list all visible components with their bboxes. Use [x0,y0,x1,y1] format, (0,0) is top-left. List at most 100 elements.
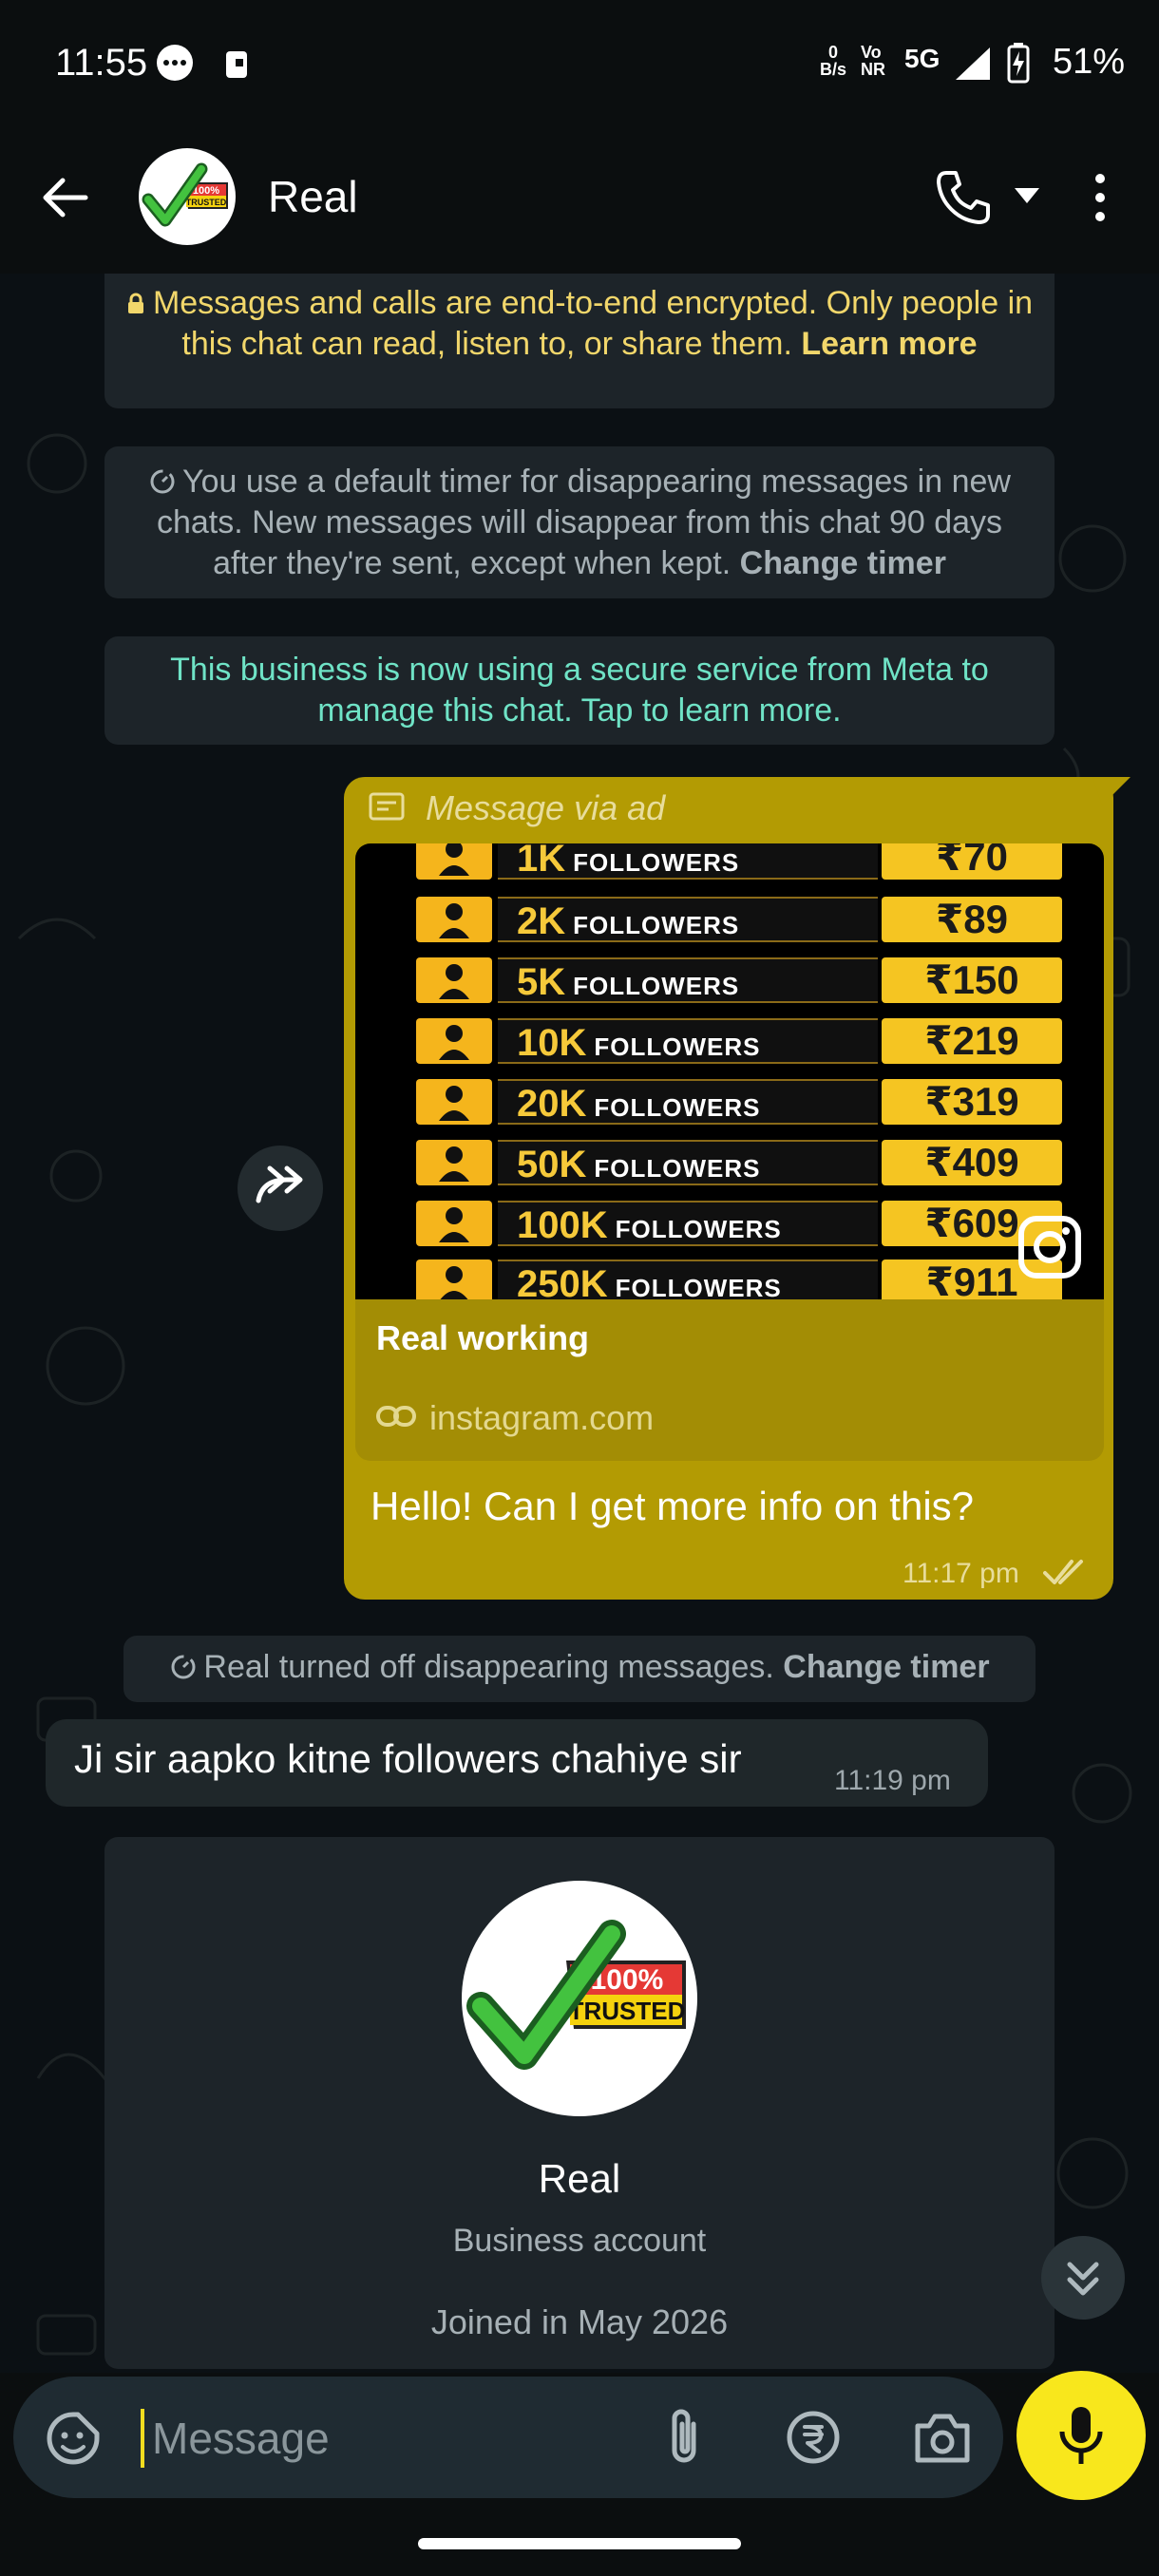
follower-count: 2K FOLLOWERS [517,900,740,942]
camera-icon[interactable] [912,2409,973,2466]
forward-icon [256,1165,303,1203]
business-name: Real [538,2156,621,2201]
business-avatar[interactable]: 100% TRUSTED [462,1881,697,2116]
price-row: 1K FOLLOWERS ₹70 [416,843,1062,881]
message-input[interactable] [141,2409,629,2468]
price: ₹89 [882,897,1062,942]
price-row: 20K FOLLOWERS ₹319 [416,1075,1062,1127]
disappearing-off-notice[interactable]: Real turned off disappearing messages. C… [124,1636,1036,1702]
person-icon [416,843,492,880]
voice-call-icon[interactable] [931,167,992,228]
svg-text:100%: 100% [193,185,219,197]
person-icon [416,1260,492,1299]
person-icon [416,897,492,942]
meta-service-notice[interactable]: This business is now using a secure serv… [104,636,1054,745]
home-indicator [418,2538,741,2549]
ad-title[interactable]: Real working [376,1318,589,1358]
ad-image[interactable]: 1K FOLLOWERS ₹70 2K FOLLOWERS ₹89 5K FOLLOWERS ₹… [355,843,1104,1299]
svg-text:TRUSTED: TRUSTED [186,198,227,207]
follower-count: 10K FOLLOWERS [517,1022,761,1064]
joined-date: Joined in May 2026 [430,2302,729,2341]
payment-rupee-icon[interactable] [785,2409,842,2466]
message-timestamp: 11:17 pm [902,1558,1019,1589]
ad-link[interactable]: instagram.com [429,1398,654,1438]
price: ₹219 [882,1018,1062,1064]
volte-indicator: Vo NR [861,43,885,79]
message-timestamp: 11:19 pm [834,1765,951,1796]
follower-label: FOLLOWERS [594,1032,761,1061]
meta-notice-text: This business is now using a secure serv… [170,652,989,729]
outgoing-message-text: Hello! Can I get more info on this? [370,1484,975,1528]
timer-icon [171,1655,196,1679]
follower-label: FOLLOWERS [573,972,740,1000]
ad-label: Message via ad [426,788,666,827]
follower-label: FOLLOWERS [573,848,740,877]
net-speed-indicator: 0 B/s [819,43,846,79]
person-icon [416,957,492,1003]
bubble-tail [1092,777,1130,805]
contact-avatar[interactable]: 100% TRUSTED [139,148,236,245]
battery-charging-icon [1007,43,1030,84]
person-icon [416,1079,492,1125]
follower-label: FOLLOWERS [594,1154,761,1183]
follower-count: 50K FOLLOWERS [517,1144,761,1185]
price: ₹319 [882,1079,1062,1125]
double-chevron-down-icon [1067,2262,1099,2296]
follower-count: 250K FOLLOWERS [517,1263,782,1299]
price-row: 5K FOLLOWERS ₹150 [416,954,1062,1005]
link-icon [376,1406,416,1427]
follower-label: FOLLOWERS [573,911,740,939]
back-arrow-icon[interactable] [38,171,91,224]
lock-icon [127,293,143,313]
instagram-icon [1018,1216,1081,1279]
disappearing-off-text: Real turned off disappearing messages. [203,1649,774,1685]
follower-count: 100K FOLLOWERS [517,1204,782,1246]
status-bar: 11:55 0 B/s Vo NR 5G 51% [0,0,1159,133]
voice-record-button[interactable] [1016,2371,1146,2500]
business-account-label: Business account [452,2223,707,2259]
price: ₹409 [882,1140,1062,1185]
sticker-emoji-icon[interactable] [44,2409,103,2468]
clipboard-notification-icon [226,51,247,78]
learn-more-link[interactable]: Learn more [801,326,977,362]
read-receipt-icon [1043,1560,1083,1584]
microphone-icon [1059,2407,1103,2464]
trusted-badge-icon: 100% TRUSTED [142,162,228,227]
forward-button[interactable] [238,1146,323,1231]
person-icon [416,1140,492,1185]
price: ₹150 [882,957,1062,1003]
follower-label: FOLLOWERS [594,1093,761,1122]
encryption-notice[interactable]: Messages and calls are end-to-end encryp… [104,274,1054,408]
person-icon [416,1201,492,1246]
incoming-message-text: Ji sir aapko kitne followers chahiye sir [74,1736,742,1781]
follower-count: 20K FOLLOWERS [517,1083,761,1125]
trusted-badge-icon: 100% TRUSTED [466,1920,686,2070]
change-timer-link[interactable]: Change timer [783,1649,989,1685]
person-icon [416,1018,492,1064]
change-timer-link[interactable]: Change timer [740,545,946,581]
network-type: 5G [904,44,940,73]
price-row: 50K FOLLOWERS ₹409 [416,1136,1062,1187]
contact-name[interactable]: Real [268,171,358,222]
attach-icon[interactable] [661,2403,707,2470]
battery-percent: 51% [1052,42,1125,82]
price-row: 100K FOLLOWERS ₹609 [416,1197,1062,1248]
price-row: 250K FOLLOWERS ₹911 [416,1256,1062,1299]
disappearing-timer-notice[interactable]: You use a default timer for disappearing… [104,446,1054,598]
price-row: 10K FOLLOWERS ₹219 [416,1014,1062,1066]
call-dropdown-icon[interactable] [1013,186,1041,205]
price: ₹70 [882,843,1062,880]
more-options-icon[interactable] [1089,171,1112,224]
status-time: 11:55 [55,42,148,84]
follower-label: FOLLOWERS [615,1215,782,1243]
follower-count: 5K FOLLOWERS [517,961,740,1003]
ad-label-icon [369,792,405,821]
signal-icon [956,47,990,80]
scroll-to-bottom-button[interactable] [1041,2236,1125,2320]
price-row: 2K FOLLOWERS ₹89 [416,893,1062,944]
chat-bubble-notification-icon [157,45,193,81]
follower-count: 1K FOLLOWERS [517,843,740,880]
svg-text:TRUSTED: TRUSTED [569,1997,686,2025]
timer-icon [150,469,175,494]
follower-label: FOLLOWERS [615,1274,782,1299]
